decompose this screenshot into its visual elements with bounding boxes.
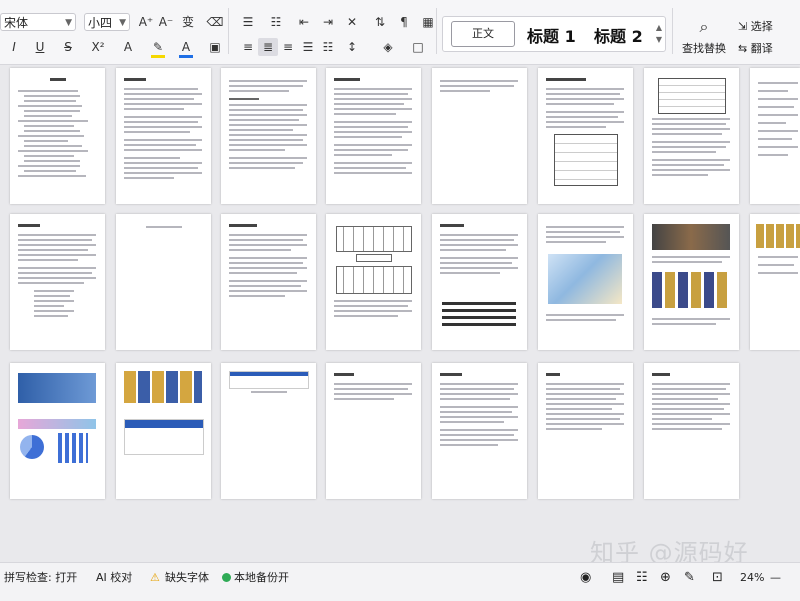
page-thumbnail[interactable] [750,214,800,350]
page-thumbnail[interactable] [10,363,105,499]
page-thumbnail[interactable] [644,214,739,350]
italic-button[interactable]: I [4,38,24,56]
borders-button[interactable]: □ [408,38,428,56]
page-thumbnail[interactable] [10,214,105,350]
translate-label: 翻译 [750,42,773,55]
style-heading-2[interactable]: 标题 2 [594,23,643,47]
clear-format-button[interactable]: ⌫ [205,13,225,31]
find-replace-label: 查找替换 [682,42,726,55]
highlight-icon: ✎ [152,40,164,54]
page-thumbnail[interactable] [538,68,633,204]
spellcheck-status[interactable]: 拼写检查: 打开 [4,571,77,585]
warning-icon: ⚠ [150,571,160,584]
style-normal[interactable]: 正文 [451,21,515,47]
justify-button[interactable]: ☰ [298,38,318,56]
missing-font-button[interactable]: 缺失字体 [165,571,209,585]
page-thumbnail[interactable] [326,68,421,204]
grow-font-button[interactable]: A⁺ [136,13,156,31]
superscript-button[interactable]: X² [88,38,108,56]
ok-status-icon [222,571,231,585]
font-size-value: 小四 [88,16,113,30]
select-button[interactable]: ⇲ 选择 [738,18,773,34]
style-heading-1[interactable]: 标题 1 [527,23,576,47]
style-gallery: 正文 标题 1 标题 2 ▲ ▼ [442,16,666,52]
font-color-button[interactable]: A [176,38,196,56]
page-thumbnail[interactable] [116,68,211,204]
page-thumbnail[interactable] [750,68,800,204]
page-thumbnail[interactable] [644,363,739,499]
select-label: 选择 [750,20,773,33]
page-thumbnail[interactable] [432,214,527,350]
chevron-down-icon: ▼ [65,18,72,28]
ribbon-toolbar: 宋体 ▼ 小四 ▼ A⁺ A⁻ 变 ⌫ I U S X² A ✎ A ▣ ☰ ☷… [0,0,800,65]
chevron-down-icon: ▼ [119,18,126,28]
ai-check-button[interactable]: AI 校对 [96,571,132,585]
translate-button[interactable]: ⇆ 翻译 [738,40,773,56]
page-thumbnail[interactable] [538,363,633,499]
zoom-out-icon[interactable]: — [770,571,781,585]
align-center-button[interactable]: ≣ [258,38,278,56]
line-spacing-button[interactable]: ↕ [342,38,362,56]
font-name-value: 宋体 [4,16,29,30]
underline-button[interactable]: U [30,38,50,56]
numbered-list-button[interactable]: ☷ [266,13,286,31]
page-thumbnail[interactable] [326,363,421,499]
sort-button[interactable]: ⇅ [370,13,390,31]
page-thumbnail[interactable] [116,214,211,350]
status-bar: 拼写检查: 打开 AI 校对 ⚠ 缺失字体 本地备份开 ◉ ▤ ☷ ⊕ ✎ ⊡ … [0,562,800,601]
page-thumbnail[interactable] [221,214,316,350]
style-gallery-scroll[interactable]: ▲ ▼ [656,22,662,46]
globe-icon[interactable]: ⊕ [660,571,671,585]
shrink-font-button[interactable]: A⁻ [156,13,176,31]
font-color-bar [179,55,193,58]
find-replace-button[interactable]: ⌕ 查找替换 [676,18,732,56]
highlight-button[interactable]: ✎ [148,38,168,56]
char-shading-button[interactable]: ▣ [205,38,225,56]
increase-indent-button[interactable]: ⇥ [318,13,338,31]
text-effect-button[interactable]: A [118,38,138,56]
distributed-button[interactable]: ☷ [318,38,338,56]
document-multi-page-view [0,65,800,560]
font-name-select[interactable]: 宋体 ▼ [0,13,76,31]
local-backup-status[interactable]: 本地备份开 [234,571,289,585]
ribbon-separator [228,8,229,54]
font-size-select[interactable]: 小四 ▼ [84,13,130,31]
table-button[interactable]: ▦ [418,13,438,31]
page-thumbnail[interactable] [432,68,527,204]
show-marks-button[interactable]: ¶ [394,13,414,31]
page-thumbnail[interactable] [644,68,739,204]
bullet-list-button[interactable]: ☰ [238,13,258,31]
pen-icon[interactable]: ✎ [684,571,695,585]
align-right-button[interactable]: ≡ [278,38,298,56]
ribbon-separator [672,8,673,54]
chinese-layout-button[interactable]: ✕ [342,13,362,31]
highlight-color-bar [151,55,165,58]
page-thumbnail[interactable] [432,363,527,499]
page-thumbnail[interactable] [10,68,105,204]
translate-icon: ⇆ [738,42,748,55]
ribbon-separator [436,8,437,54]
shading-button[interactable]: ◈ [378,38,398,56]
eye-protect-icon[interactable]: ◉ [580,571,591,585]
zoom-level[interactable]: 24% [740,571,764,585]
page-thumbnail[interactable] [326,214,421,350]
decrease-indent-button[interactable]: ⇤ [294,13,314,31]
align-left-button[interactable]: ≡ [238,38,258,56]
page-thumbnail[interactable] [116,363,211,499]
cursor-icon: ⇲ [738,20,748,33]
phonetic-guide-button[interactable]: 变 [178,13,198,31]
search-icon: ⌕ [699,17,709,36]
strikethrough-button[interactable]: S [58,38,78,56]
page-thumbnail[interactable] [538,214,633,350]
web-view-icon[interactable]: ☷ [636,571,648,585]
fit-icon[interactable]: ⊡ [712,571,723,585]
page-thumbnail[interactable] [221,363,316,499]
page-thumbnail[interactable] [221,68,316,204]
page-view-icon[interactable]: ▤ [612,571,624,585]
